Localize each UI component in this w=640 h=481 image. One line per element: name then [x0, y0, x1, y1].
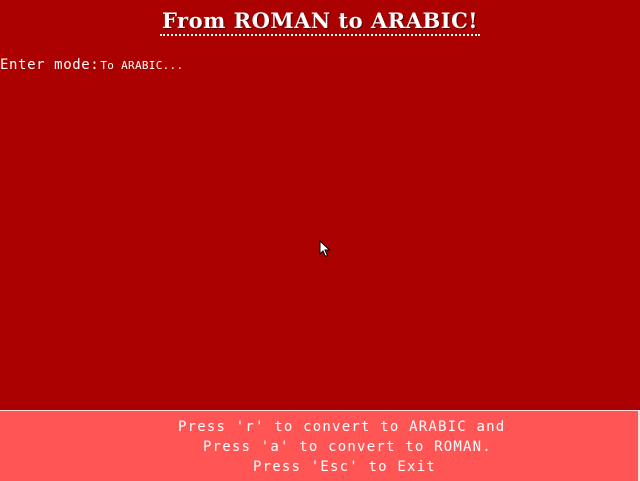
instruction-convert-roman: Press 'a' to convert to ROMAN. [203, 439, 492, 455]
instruction-exit: Press 'Esc' to Exit [253, 459, 436, 475]
mouse-pointer-icon [319, 240, 331, 258]
app-title: From ROMAN to ARABIC! [160, 8, 480, 36]
instructions-panel: Press 'r' to convert to ARABIC and Press… [0, 410, 640, 481]
title-bar: From ROMAN to ARABIC! [0, 8, 640, 36]
mode-row: Enter mode:To ARABIC... [0, 54, 183, 73]
mode-label: Enter mode: [0, 57, 100, 73]
mode-value: To ARABIC... [100, 59, 184, 72]
instruction-convert-arabic: Press 'r' to convert to ARABIC and [178, 419, 506, 435]
